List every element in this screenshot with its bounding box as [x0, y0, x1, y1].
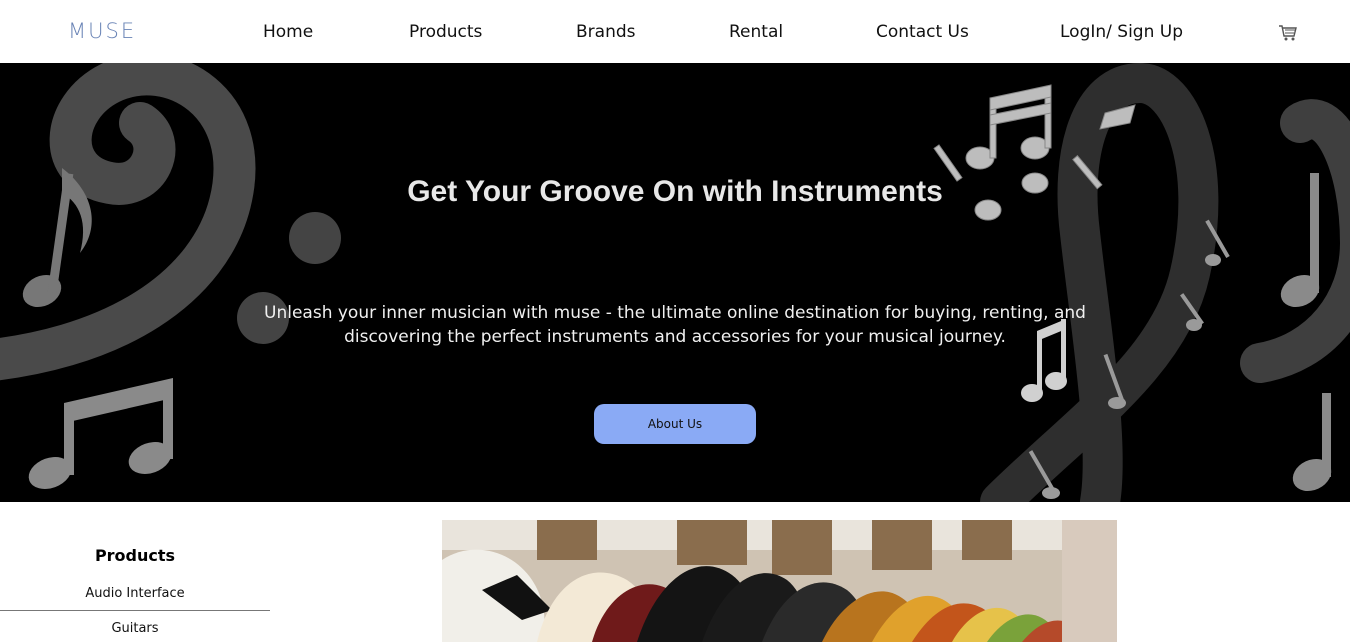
category-audio-interface[interactable]: Audio Interface [0, 586, 270, 601]
category-divider [0, 610, 270, 611]
nav-brands[interactable]: Brands [576, 22, 636, 42]
brand-logo[interactable]: MUSE [68, 19, 136, 43]
nav-products[interactable]: Products [409, 22, 482, 42]
nav-rental[interactable]: Rental [729, 22, 783, 42]
hero-banner: Get Your Groove On with Instruments Unle… [0, 63, 1350, 502]
products-heading: Products [94, 546, 176, 565]
beamed-notes-icon [28, 378, 173, 489]
nav-home[interactable]: Home [263, 22, 313, 42]
guitars-showcase-image [442, 520, 1117, 642]
hero-title: Get Your Groove On with Instruments [407, 175, 943, 208]
shopping-cart-icon[interactable] [1278, 24, 1298, 42]
nav-login-signup[interactable]: LogIn/ Sign Up [1060, 22, 1183, 42]
about-us-button[interactable]: About Us [594, 404, 756, 444]
nav-contact-us[interactable]: Contact Us [876, 22, 969, 42]
category-guitars[interactable]: Guitars [0, 621, 270, 636]
top-navbar: MUSE Home Products Brands Rental Contact… [0, 0, 1350, 63]
hero-subtitle: Unleash your inner musician with muse - … [264, 303, 1086, 347]
